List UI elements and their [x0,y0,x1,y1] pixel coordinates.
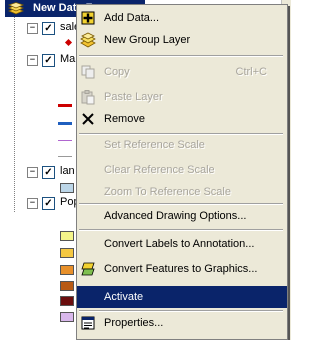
menu-item-add-data[interactable]: Add Data... [77,7,287,29]
point-symbol [64,38,73,47]
menu-item-label: Copy [104,66,130,78]
menu-item-label: Advanced Drawing Options... [104,210,247,222]
menu-item-zoom-to-reference-scale[interactable]: Zoom To Reference Scale [77,181,287,203]
menu-item-convert-labels[interactable]: Convert Labels to Annotation... [77,233,287,255]
paste-icon [80,89,96,105]
menu-item-activate[interactable]: Activate [77,286,287,308]
menu-item-label: Convert Labels to Annotation... [104,238,255,250]
legend-swatch [60,265,74,275]
collapse-toggle[interactable]: − [27,198,38,209]
menu-item-clear-reference-scale[interactable]: Clear Reference Scale [77,159,287,181]
menu-item-label: Add Data... [104,12,160,24]
collapse-toggle[interactable]: − [27,167,38,178]
context-menu: Add Data... New Group Layer Copy Ctrl+C … [76,4,288,340]
menu-item-label: Clear Reference Scale [104,164,215,176]
add-data-icon [80,10,96,26]
menu-item-label: Properties... [104,317,164,329]
menu-item-remove[interactable]: Remove [77,108,287,130]
menu-item-paste-layer[interactable]: Paste Layer [77,86,287,108]
menu-item-set-reference-scale[interactable]: Set Reference Scale [77,134,287,156]
properties-icon [80,315,96,331]
menu-separator [79,229,283,231]
menu-item-label: Convert Features to Graphics... [104,263,258,275]
layer-checkbox[interactable]: ✓ [42,54,55,67]
menu-item-label: Remove [104,113,145,125]
convert-graphics-icon [80,261,96,277]
menu-item-new-group-layer[interactable]: New Group Layer [77,29,287,51]
line-symbol [58,140,72,141]
menu-item-properties[interactable]: Properties... [77,312,287,334]
menu-item-label: Zoom To Reference Scale [104,186,231,198]
menu-item-copy[interactable]: Copy Ctrl+C [77,61,287,83]
layer-name: lan [60,165,75,177]
menu-item-label: Set Reference Scale [104,139,205,151]
layer-checkbox[interactable]: ✓ [42,197,55,210]
legend-swatch [60,312,74,322]
line-symbol [58,104,72,107]
shortcut-label: Ctrl+C [235,66,267,78]
menu-item-label: New Group Layer [104,34,191,46]
layer-name: Ma [60,53,76,65]
layer-checkbox[interactable]: ✓ [42,166,55,179]
collapse-toggle[interactable]: − [27,55,38,66]
line-symbol [58,156,72,157]
legend-swatch [60,248,74,258]
layer-checkbox[interactable]: ✓ [42,22,55,35]
layers-icon [7,2,25,15]
collapse-toggle[interactable]: − [27,23,38,34]
menu-item-advanced-drawing-options[interactable]: Advanced Drawing Options... [77,205,287,227]
line-symbol [58,122,72,125]
menu-item-convert-features[interactable]: Convert Features to Graphics... [77,258,287,280]
legend-swatch [60,281,74,291]
legend-swatch [60,183,74,193]
copy-icon [80,64,96,80]
legend-swatch [60,296,74,306]
tree-line [14,17,15,212]
group-layer-icon [80,32,96,48]
remove-icon [80,111,96,127]
menu-item-label: Paste Layer [104,91,163,103]
menu-item-label: Activate [104,291,144,303]
legend-swatch [60,231,74,241]
menu-separator [79,55,283,57]
